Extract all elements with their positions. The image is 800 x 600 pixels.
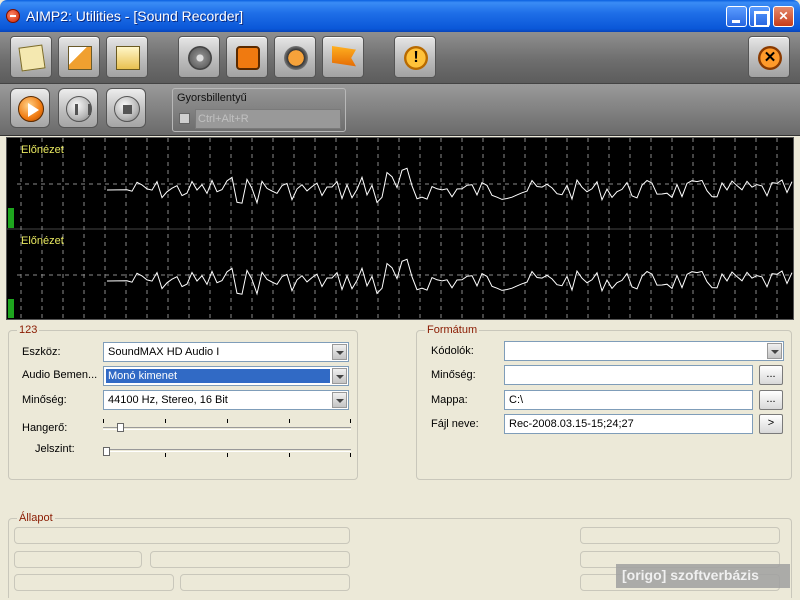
threshold-tick bbox=[165, 453, 166, 457]
preview-label-top: Előnézet bbox=[21, 144, 64, 156]
settings-panel: 123 Eszköz: SoundMAX HD Audio I Audio Be… bbox=[0, 320, 800, 600]
status-field bbox=[14, 527, 350, 544]
watermark-logo: [origo] szoftverbázis bbox=[616, 564, 790, 588]
quality-select[interactable]: 44100 Hz, Stereo, 16 Bit bbox=[103, 390, 349, 410]
settings-gear-icon bbox=[188, 46, 212, 70]
device-group-title: 123 bbox=[17, 324, 40, 336]
minimize-button[interactable] bbox=[726, 6, 747, 27]
pause-button[interactable] bbox=[58, 88, 98, 128]
level-meter-left bbox=[8, 208, 14, 228]
pause-icon bbox=[66, 96, 92, 122]
volume-tick bbox=[289, 419, 290, 423]
sound-recorder-tool-button[interactable] bbox=[10, 36, 52, 78]
aimp-tool-button[interactable] bbox=[274, 36, 316, 78]
close-circle-icon: ✕ bbox=[758, 46, 782, 70]
stop-button[interactable] bbox=[106, 88, 146, 128]
volume-track bbox=[103, 427, 351, 430]
threshold-slider[interactable] bbox=[103, 441, 353, 457]
hotkey-group: Gyorsbillentyű Ctrl+Alt+R bbox=[172, 88, 346, 132]
record-play-button[interactable] bbox=[10, 88, 50, 128]
codec-label: Kódolók: bbox=[431, 345, 474, 357]
stop-icon bbox=[114, 96, 140, 122]
audio-input-value: Monó kimenet bbox=[106, 369, 330, 383]
folder-label: Mappa: bbox=[431, 394, 468, 406]
device-group: 123 Eszköz: SoundMAX HD Audio I Audio Be… bbox=[8, 324, 358, 480]
folder-browse-button[interactable]: ... bbox=[759, 390, 783, 410]
disc-icon bbox=[68, 46, 92, 70]
audio-input-label: Audio Bemen... bbox=[22, 369, 98, 381]
status-field bbox=[150, 551, 350, 568]
threshold-label: Jelszint: bbox=[35, 443, 75, 455]
aimp-logo-icon bbox=[284, 46, 308, 70]
orange-square-icon bbox=[236, 46, 260, 70]
window-title: AIMP2: Utilities - [Sound Recorder] bbox=[26, 8, 244, 24]
threshold-tick bbox=[227, 453, 228, 457]
folder-field[interactable]: C:\ bbox=[504, 390, 753, 410]
filename-field[interactable]: Rec-2008.03.15-15;24;27 bbox=[504, 414, 753, 434]
status-field bbox=[14, 574, 174, 591]
hotkey-checkbox[interactable] bbox=[179, 113, 190, 124]
chevron-down-icon[interactable] bbox=[332, 344, 347, 360]
volume-tick bbox=[103, 419, 104, 423]
format-quality-browse-button[interactable]: ... bbox=[759, 365, 783, 385]
warning-icon: ! bbox=[404, 46, 428, 70]
transport-toolbar bbox=[0, 84, 800, 136]
format-group: Formátum Kódolók: Minőség: ... Mappa: C:… bbox=[416, 324, 792, 480]
threshold-thumb[interactable] bbox=[103, 447, 110, 456]
hotkey-label: Gyorsbillentyű bbox=[177, 92, 247, 104]
format-group-title: Formátum bbox=[425, 324, 480, 336]
preview-label-bottom: Előnézet bbox=[21, 235, 64, 247]
format-quality-field[interactable] bbox=[504, 365, 753, 385]
chevron-down-icon[interactable] bbox=[767, 343, 782, 359]
skin-tool-button[interactable] bbox=[226, 36, 268, 78]
device-select[interactable]: SoundMAX HD Audio I bbox=[103, 342, 349, 362]
status-field bbox=[14, 551, 142, 568]
info-tool-button[interactable]: ! bbox=[394, 36, 436, 78]
status-field bbox=[580, 527, 780, 544]
threshold-tick bbox=[289, 453, 290, 457]
play-icon bbox=[18, 96, 44, 122]
volume-label: Hangerő: bbox=[22, 422, 68, 434]
waveform-preview: Előnézet Előnézet bbox=[6, 137, 794, 320]
format-quality-label: Minőség: bbox=[431, 369, 476, 381]
codec-select[interactable] bbox=[504, 341, 784, 361]
title-bar: AIMP2: Utilities - [Sound Recorder] ✕ bbox=[0, 0, 800, 32]
threshold-tick bbox=[350, 453, 351, 457]
status-group-title: Állapot bbox=[17, 512, 55, 524]
hotkey-field[interactable]: Ctrl+Alt+R bbox=[195, 109, 341, 129]
disc-tool-button[interactable] bbox=[58, 36, 100, 78]
tag-editor-icon bbox=[116, 46, 140, 70]
main-toolbar: ! ✕ bbox=[0, 32, 800, 84]
volume-tick bbox=[350, 419, 351, 423]
settings-tool-button[interactable] bbox=[178, 36, 220, 78]
status-field bbox=[180, 574, 350, 591]
volume-slider[interactable] bbox=[103, 419, 353, 435]
waveform-graph bbox=[7, 138, 793, 319]
quality-label: Minőség: bbox=[22, 394, 67, 406]
chevron-down-icon[interactable] bbox=[332, 368, 347, 384]
device-value: SoundMAX HD Audio I bbox=[108, 346, 220, 358]
filename-label: Fájl neve: bbox=[431, 418, 479, 430]
waveform-line-right bbox=[106, 258, 793, 296]
app-icon[interactable] bbox=[6, 9, 20, 23]
sound-recorder-icon bbox=[18, 44, 46, 72]
tag-editor-tool-button[interactable] bbox=[106, 36, 148, 78]
chevron-down-icon[interactable] bbox=[332, 392, 347, 408]
language-tool-button[interactable] bbox=[322, 36, 364, 78]
close-window-button[interactable]: ✕ bbox=[773, 6, 794, 27]
volume-thumb[interactable] bbox=[117, 423, 124, 432]
maximize-button[interactable] bbox=[749, 6, 770, 27]
volume-tick bbox=[227, 419, 228, 423]
threshold-track bbox=[103, 449, 351, 452]
audio-input-select[interactable]: Monó kimenet bbox=[103, 366, 349, 386]
volume-tick bbox=[165, 419, 166, 423]
device-label: Eszköz: bbox=[22, 346, 61, 358]
close-utilities-button[interactable]: ✕ bbox=[748, 36, 790, 78]
filename-apply-button[interactable]: > bbox=[759, 414, 783, 434]
quality-value: 44100 Hz, Stereo, 16 Bit bbox=[108, 394, 228, 406]
level-meter-right bbox=[8, 299, 14, 318]
flag-icon bbox=[332, 46, 356, 67]
